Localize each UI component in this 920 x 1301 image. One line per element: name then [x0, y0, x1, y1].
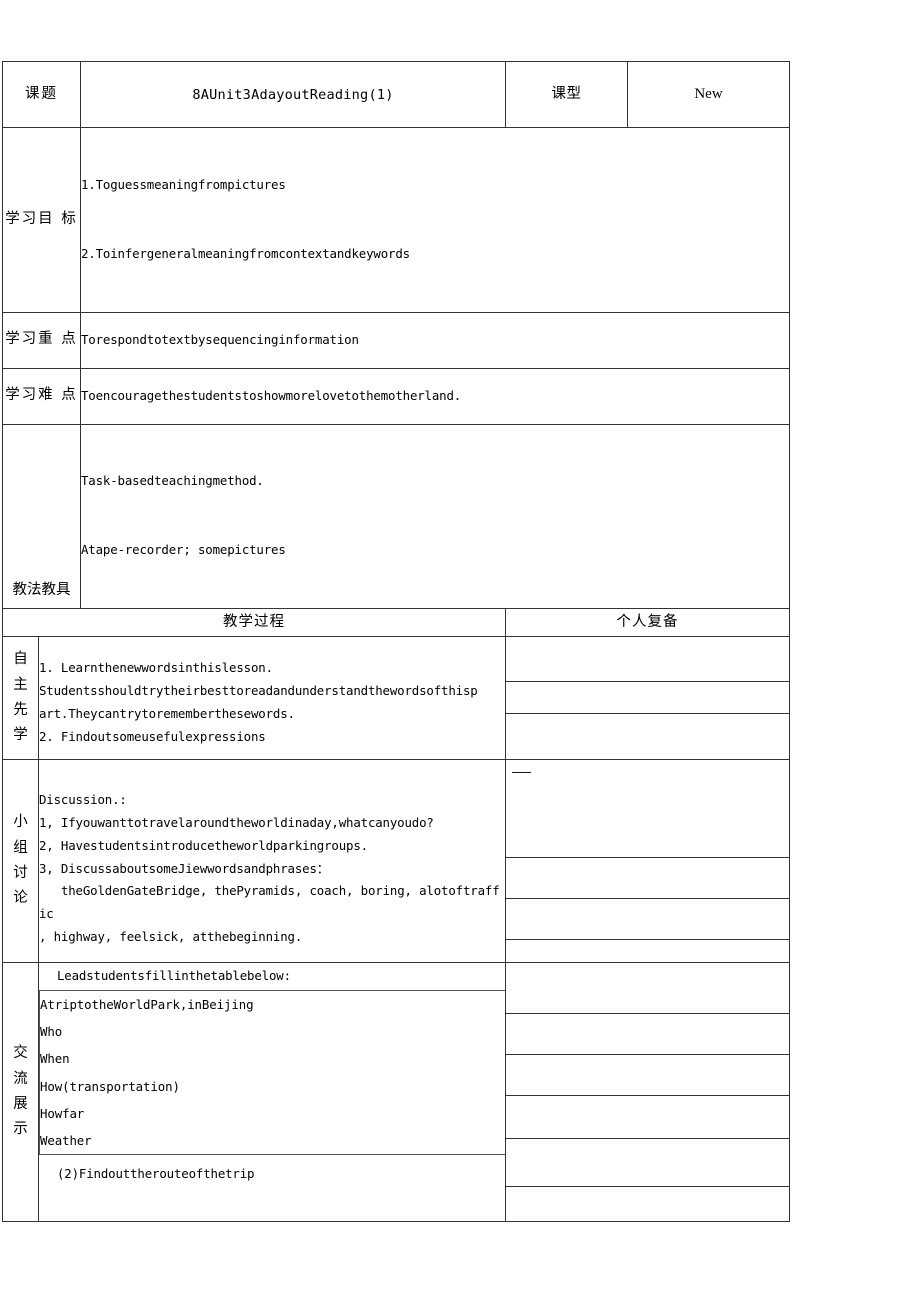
topic-label: 课题	[2, 61, 81, 128]
world-park-row: How(transportation)	[39, 1072, 511, 1100]
notes-stack	[506, 963, 789, 1221]
world-park-cell-weather: Weather	[39, 1127, 511, 1155]
methods-tools-body: Task-basedteachingmethod. Atape-recorder…	[80, 423, 790, 609]
notes-cell-exchange-display[interactable]	[505, 962, 790, 1222]
table-row-methods-tools: 教法教具 Task-basedteachingmethod. Atape-rec…	[2, 423, 790, 609]
section-label-char: 讨	[13, 865, 28, 881]
section-body-exchange-display: Leadstudentsfillinthetablebelow: Atripto…	[38, 962, 511, 1222]
notes-cell-self-study[interactable]	[505, 636, 790, 760]
section-label-char: 自	[13, 651, 28, 668]
objectives-label-line-1: 学习目	[5, 210, 55, 227]
table-row-topic: 课题 8AUnit3AdayoutReading(1) 课型 New	[2, 61, 790, 128]
world-park-row: When	[39, 1045, 511, 1073]
process-header-right: 个人复备	[505, 608, 790, 637]
world-park-row: Who	[39, 1018, 511, 1046]
world-park-heading: AtriptotheWorldPark,inBeijing	[39, 990, 511, 1019]
difficult-points-label: 学习难 点	[2, 367, 81, 425]
table-row-section-self-study: 自 主 先 学 1. Learnthenewwordsinthislesson.…	[2, 636, 790, 760]
table-row-section-exchange-display: 交 流 展 示 Leadstudentsfillinthetablebelow:…	[2, 962, 790, 1222]
note-line[interactable]	[506, 1096, 789, 1139]
lesson-plan-table: 课题 8AUnit3AdayoutReading(1) 课型 New 学习目 标…	[2, 61, 790, 1222]
world-park-cell-who: Who	[39, 1018, 511, 1046]
table-row-difficult-points: 学习难 点 Toencouragethestudentstoshowmorelo…	[2, 367, 790, 425]
process-header-left: 教学过程	[2, 608, 506, 637]
world-park-cell-how: How(transportation)	[39, 1072, 511, 1100]
tail-text: (2)Findouttherouteofthetrip	[57, 1166, 255, 1182]
section-label-self-study: 自 主 先 学	[2, 636, 39, 760]
key-points-text: Torespondtotextbysequencinginformation	[80, 311, 790, 369]
section-label-char: 小	[13, 814, 28, 831]
section-label-char: 示	[13, 1121, 28, 1138]
objectives-line-1: 1.Toguessmeaningfrompictures	[81, 176, 286, 192]
section-label-char: 展	[13, 1096, 28, 1112]
table-row-key-points: 学习重 点 Torespondtotextbysequencinginforma…	[2, 311, 790, 369]
world-park-heading-row: AtriptotheWorldPark,inBeijing	[39, 990, 511, 1019]
note-line[interactable]	[506, 1187, 789, 1221]
section-label-char: 学	[13, 727, 28, 744]
key-points-label-line-2: 点	[61, 331, 78, 348]
topic-value: 8AUnit3AdayoutReading(1)	[80, 61, 506, 128]
world-park-table: AtriptotheWorldPark,inBeijing Who When H…	[39, 989, 511, 1156]
note-line[interactable]	[506, 899, 789, 940]
note-line[interactable]	[506, 637, 789, 682]
section-label-char: 论	[13, 890, 28, 907]
difficult-points-label-line-1: 学习难	[5, 387, 55, 404]
objectives-body: 1.Toguessmeaningfrompictures 2.Toinferge…	[80, 127, 790, 313]
methods-tools-line-2: Atape-recorder; somepictures	[81, 542, 286, 558]
lesson-type-label: 课型	[505, 61, 628, 128]
key-points-label-line-1: 学习重	[5, 331, 55, 348]
note-line[interactable]	[506, 714, 789, 759]
note-line[interactable]	[506, 1139, 789, 1187]
objectives-line-2: 2.Toinfergeneralmeaningfromcontextandkey…	[81, 245, 410, 261]
section-label-char: 先	[13, 702, 28, 718]
note-line[interactable]	[506, 940, 789, 962]
lead-in-text: Leadstudentsfillinthetablebelow:	[57, 968, 291, 983]
section-label-char: 主	[13, 676, 28, 693]
note-line[interactable]	[506, 760, 789, 858]
lesson-type-value: New	[627, 61, 790, 128]
methods-tools-line-1: Task-basedteachingmethod.	[81, 473, 264, 489]
section-label-group-discussion: 小 组 讨 论	[2, 759, 39, 963]
section-body-group-discussion: Discussion.: 1, Ifyouwanttotravelaroundt…	[38, 759, 506, 963]
notes-cell-group-discussion[interactable]	[505, 759, 790, 963]
note-line[interactable]	[506, 858, 789, 899]
section-label-char: 流	[13, 1070, 28, 1087]
table-row-process-header: 教学过程 个人复备	[2, 608, 790, 637]
world-park-row: Weather	[39, 1127, 511, 1155]
note-line[interactable]	[506, 1014, 789, 1055]
note-line[interactable]	[506, 682, 789, 714]
table-row-objectives: 学习目 标 1.Toguessmeaningfrompictures 2.Toi…	[2, 127, 790, 313]
section-label-char: 交	[13, 1045, 28, 1062]
section-label-char: 组	[13, 839, 28, 856]
note-dash-mark	[512, 772, 531, 773]
world-park-cell-howfar: Howfar	[39, 1099, 511, 1128]
key-points-label: 学习重 点	[2, 311, 81, 369]
section-body-self-study: 1. Learnthenewwordsinthislesson. Student…	[38, 636, 506, 760]
world-park-row: Howfar	[39, 1099, 511, 1128]
table-row-section-group-discussion: 小 组 讨 论 Discussion.: 1, Ifyouwanttotrave…	[2, 759, 790, 963]
notes-stack	[506, 760, 789, 962]
difficult-points-text: Toencouragethestudentstoshowmorelovetoth…	[80, 367, 790, 425]
section-label-exchange-display: 交 流 展 示	[2, 962, 39, 1222]
notes-stack	[506, 637, 789, 759]
objectives-label-line-2: 标	[61, 210, 78, 227]
difficult-points-label-line-2: 点	[61, 387, 78, 404]
note-line[interactable]	[506, 1055, 789, 1096]
world-park-cell-when: When	[39, 1045, 511, 1073]
document-page: 课题 8AUnit3AdayoutReading(1) 课型 New 学习目 标…	[0, 0, 920, 1301]
methods-tools-label: 教法教具	[2, 423, 81, 609]
note-line[interactable]	[506, 963, 789, 1014]
objectives-label: 学习目 标	[2, 127, 81, 313]
